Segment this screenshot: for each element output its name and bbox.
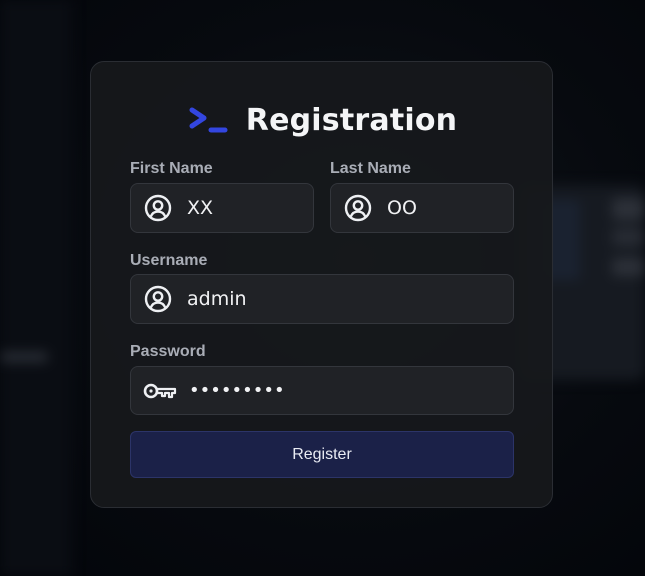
last-name-label: Last Name bbox=[330, 160, 411, 177]
registration-card: Registration First Name XX Last Name OO … bbox=[90, 61, 553, 508]
first-name-value: XX bbox=[187, 197, 214, 219]
user-circle-icon bbox=[343, 193, 373, 223]
register-button[interactable]: Register bbox=[130, 431, 514, 478]
username-field[interactable]: admin bbox=[130, 274, 514, 324]
password-field[interactable]: ••••••••• bbox=[130, 366, 514, 415]
user-circle-icon bbox=[143, 193, 173, 223]
terminal-prompt-icon bbox=[189, 107, 228, 133]
card-header: Registration bbox=[91, 98, 554, 142]
last-name-field[interactable]: OO bbox=[330, 183, 514, 233]
username-value: admin bbox=[187, 288, 247, 310]
page-background: Registration First Name XX Last Name OO … bbox=[0, 0, 645, 576]
first-name-label: First Name bbox=[130, 160, 213, 177]
last-name-value: OO bbox=[387, 197, 417, 219]
key-icon bbox=[143, 376, 177, 406]
username-label: Username bbox=[130, 252, 208, 269]
first-name-field[interactable]: XX bbox=[130, 183, 314, 233]
user-circle-icon bbox=[143, 284, 173, 314]
password-value: ••••••••• bbox=[189, 380, 285, 401]
password-label: Password bbox=[130, 343, 206, 360]
form-title: Registration bbox=[245, 102, 458, 138]
